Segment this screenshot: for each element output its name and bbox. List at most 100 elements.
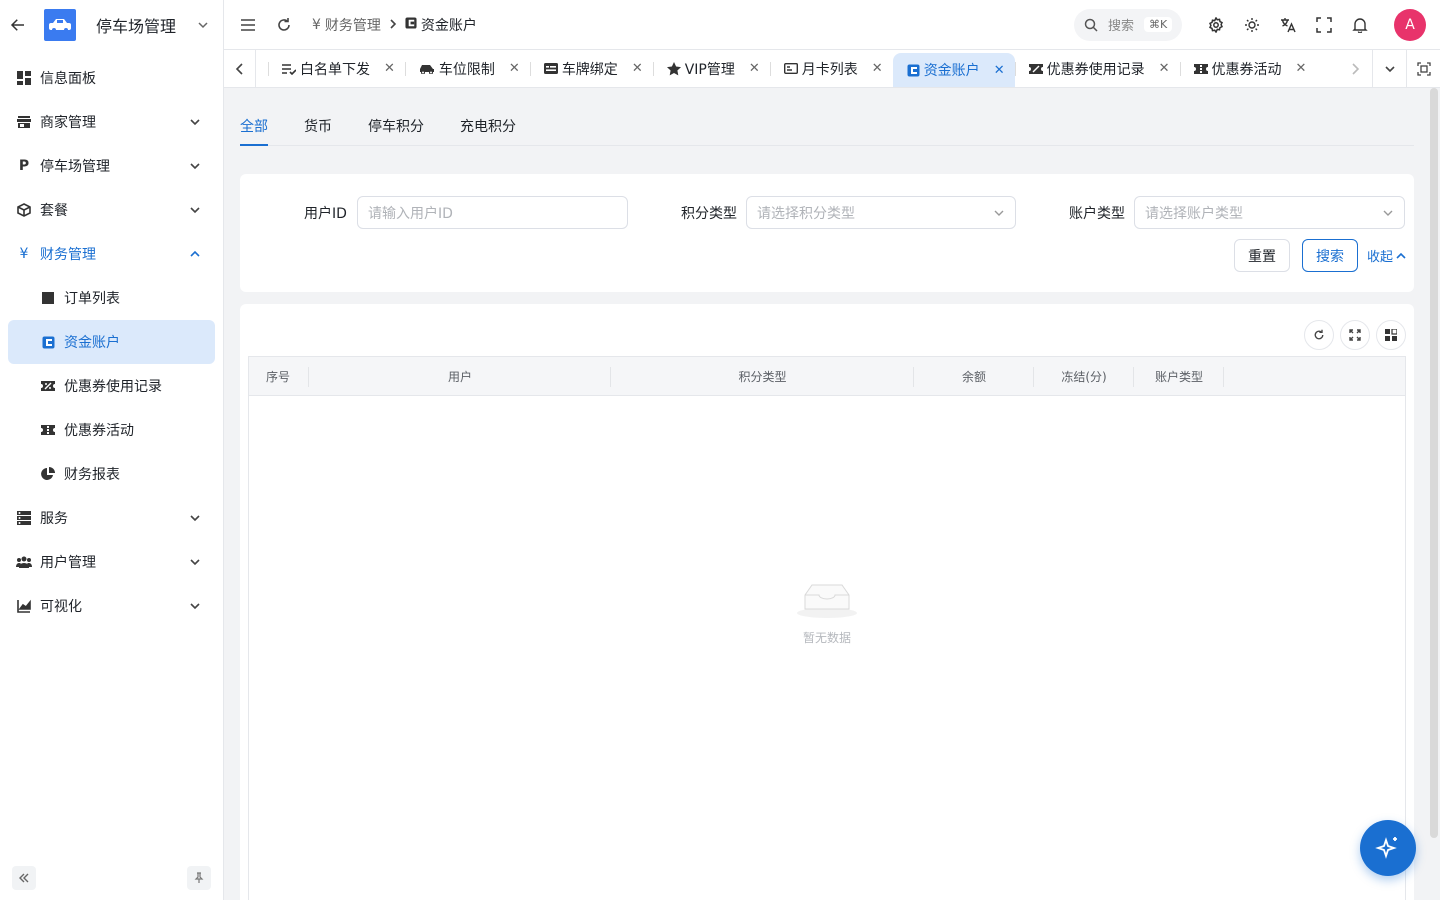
tab-fund-account[interactable]: 资金账户 ✕ xyxy=(892,53,1015,87)
maximize-content-icon[interactable] xyxy=(1406,50,1440,87)
tab-currency[interactable]: 货币 xyxy=(304,104,332,145)
sidebar-footer xyxy=(0,866,223,892)
column-header-points-type[interactable]: 积分类型 xyxy=(611,357,914,396)
chevron-down-icon xyxy=(187,204,203,216)
sidebar-menu: 信息面板 商家管理 P 停车场管理 套餐 ¥ 财务管理 订单列表 资金账户 优惠… xyxy=(0,56,223,628)
avatar[interactable]: A xyxy=(1394,8,1426,41)
column-header-index[interactable]: 序号 xyxy=(249,357,309,396)
close-icon[interactable]: ✕ xyxy=(509,61,520,76)
points-type-placeholder: 请选择积分类型 xyxy=(757,205,855,222)
table-fullscreen-icon[interactable] xyxy=(1340,320,1370,350)
sidebar-item-label: 服务 xyxy=(40,511,68,527)
close-icon[interactable]: ✕ xyxy=(1296,61,1307,76)
sidebar-item-dashboard[interactable]: 信息面板 xyxy=(0,56,223,100)
user-id-input[interactable]: 请输入用户ID xyxy=(357,196,628,229)
collapse-label: 收起 xyxy=(1367,250,1394,265)
sidebar-item-finance-report[interactable]: 财务报表 xyxy=(8,452,215,496)
sidebar-item-package[interactable]: 套餐 xyxy=(0,188,223,232)
tab-charging-points[interactable]: 充电积分 xyxy=(460,104,516,145)
sidebar-item-order-list[interactable]: 订单列表 xyxy=(8,276,215,320)
reset-button[interactable]: 重置 xyxy=(1234,239,1290,272)
chevron-down-icon xyxy=(187,160,203,172)
tab-label: 优惠券使用记录 xyxy=(1046,61,1145,78)
chevron-down-icon[interactable] xyxy=(191,19,215,31)
menu-icon[interactable] xyxy=(230,7,266,43)
notification-bell-icon[interactable] xyxy=(1342,7,1378,43)
tab-monthly-card[interactable]: 月卡列表 ✕ xyxy=(769,50,893,87)
sidebar-item-label: 停车场管理 xyxy=(40,159,110,175)
tab-plate-binding[interactable]: 车牌绑定 ✕ xyxy=(529,50,653,87)
users-icon xyxy=(16,554,32,570)
sidebar-item-parking[interactable]: P 停车场管理 xyxy=(0,144,223,188)
tab-all[interactable]: 全部 xyxy=(240,104,268,146)
collapse-sidebar-icon[interactable] xyxy=(12,866,36,890)
close-icon[interactable]: ✕ xyxy=(749,61,760,76)
theme-sun-icon[interactable] xyxy=(1234,7,1270,43)
square-icon xyxy=(40,290,56,306)
tab-space-limit[interactable]: 车位限制 ✕ xyxy=(404,50,530,87)
sidebar-item-label: 套餐 xyxy=(40,203,68,219)
table-toolbar xyxy=(1298,320,1406,350)
tab-label: 白名单下发 xyxy=(300,61,370,78)
chevron-right-icon[interactable] xyxy=(1338,50,1372,87)
close-icon[interactable]: ✕ xyxy=(384,61,395,76)
tabs-menu-chevron-down-icon[interactable] xyxy=(1372,50,1406,87)
close-icon[interactable]: ✕ xyxy=(1159,61,1170,76)
search-button[interactable]: 搜索 xyxy=(1302,239,1358,272)
account-type-label: 账户类型 xyxy=(1069,206,1125,222)
app-title[interactable]: 停车场管理 xyxy=(96,13,191,37)
tab-parking-points[interactable]: 停车积分 xyxy=(368,104,424,145)
sidebar-item-visualization[interactable]: 可视化 xyxy=(0,584,223,628)
table-refresh-icon[interactable] xyxy=(1304,320,1334,350)
sidebar-item-service[interactable]: 服务 xyxy=(0,496,223,540)
package-icon xyxy=(16,202,32,218)
tab-coupon-record[interactable]: 优惠券使用记录 ✕ xyxy=(1014,50,1180,87)
column-header-account-type[interactable]: 账户类型 xyxy=(1134,357,1224,396)
collapse-filters-link[interactable]: 收起 xyxy=(1367,246,1406,265)
scrollbar-thumb[interactable] xyxy=(1430,88,1438,838)
close-icon[interactable]: ✕ xyxy=(994,63,1005,78)
column-header-frozen[interactable]: 冻结(分) xyxy=(1034,357,1134,396)
ai-assistant-button[interactable] xyxy=(1360,820,1416,876)
points-type-select[interactable]: 请选择积分类型 xyxy=(746,196,1016,229)
sidebar: 停车场管理 信息面板 商家管理 P 停车场管理 套餐 ¥ 财务管理 订单列表 资… xyxy=(0,0,224,900)
translate-icon[interactable] xyxy=(1270,7,1306,43)
area-chart-icon xyxy=(16,598,32,614)
chevron-up-icon xyxy=(187,248,203,260)
refresh-icon[interactable] xyxy=(266,7,302,43)
search-label: 搜索 xyxy=(1108,19,1135,34)
tab-vip[interactable]: VIP管理 ✕ xyxy=(652,50,770,87)
breadcrumb-item-current[interactable]: 资金账户 xyxy=(405,15,477,35)
ticket-icon xyxy=(1193,63,1208,75)
chevron-down-icon xyxy=(1382,207,1394,219)
close-icon[interactable]: ✕ xyxy=(872,61,883,76)
chevron-left-icon[interactable] xyxy=(224,50,256,87)
empty-state: 暂无数据 xyxy=(249,577,1405,646)
settings-gear-icon[interactable] xyxy=(1198,7,1234,43)
breadcrumb-item[interactable]: ¥ 财务管理 xyxy=(312,15,381,35)
empty-text: 暂无数据 xyxy=(802,631,851,645)
tab-coupon-activity[interactable]: 优惠券活动 ✕ xyxy=(1179,50,1317,87)
wallet-icon xyxy=(907,64,920,77)
sidebar-item-fund-account[interactable]: 资金账户 xyxy=(8,320,215,364)
pin-icon[interactable] xyxy=(187,866,211,890)
global-search[interactable]: 搜索 ⌘K xyxy=(1074,8,1182,41)
fullscreen-icon[interactable] xyxy=(1306,7,1342,43)
sidebar-item-coupon-record[interactable]: 优惠券使用记录 xyxy=(8,364,215,408)
close-icon[interactable]: ✕ xyxy=(632,61,643,76)
sidebar-item-coupon-activity[interactable]: 优惠券活动 xyxy=(8,408,215,452)
sidebar-item-users[interactable]: 用户管理 xyxy=(0,540,223,584)
tab-whitelist[interactable]: 白名单下发 ✕ xyxy=(268,50,405,87)
sidebar-item-merchant[interactable]: 商家管理 xyxy=(0,100,223,144)
account-type-select[interactable]: 请选择账户类型 xyxy=(1134,196,1405,229)
back-arrow-icon[interactable] xyxy=(8,15,28,35)
sidebar-item-label: 资金账户 xyxy=(64,335,120,351)
sidebar-item-finance[interactable]: ¥ 财务管理 xyxy=(0,232,223,276)
playlist-icon xyxy=(282,63,296,75)
header-actions: 搜索 ⌘K A xyxy=(1074,7,1440,43)
column-header-user[interactable]: 用户 xyxy=(309,357,611,396)
column-settings-icon[interactable] xyxy=(1376,320,1406,350)
column-header-balance[interactable]: 余额 xyxy=(914,357,1034,396)
page-scrollbar[interactable] xyxy=(1430,88,1440,900)
chevron-down-icon xyxy=(187,556,203,568)
